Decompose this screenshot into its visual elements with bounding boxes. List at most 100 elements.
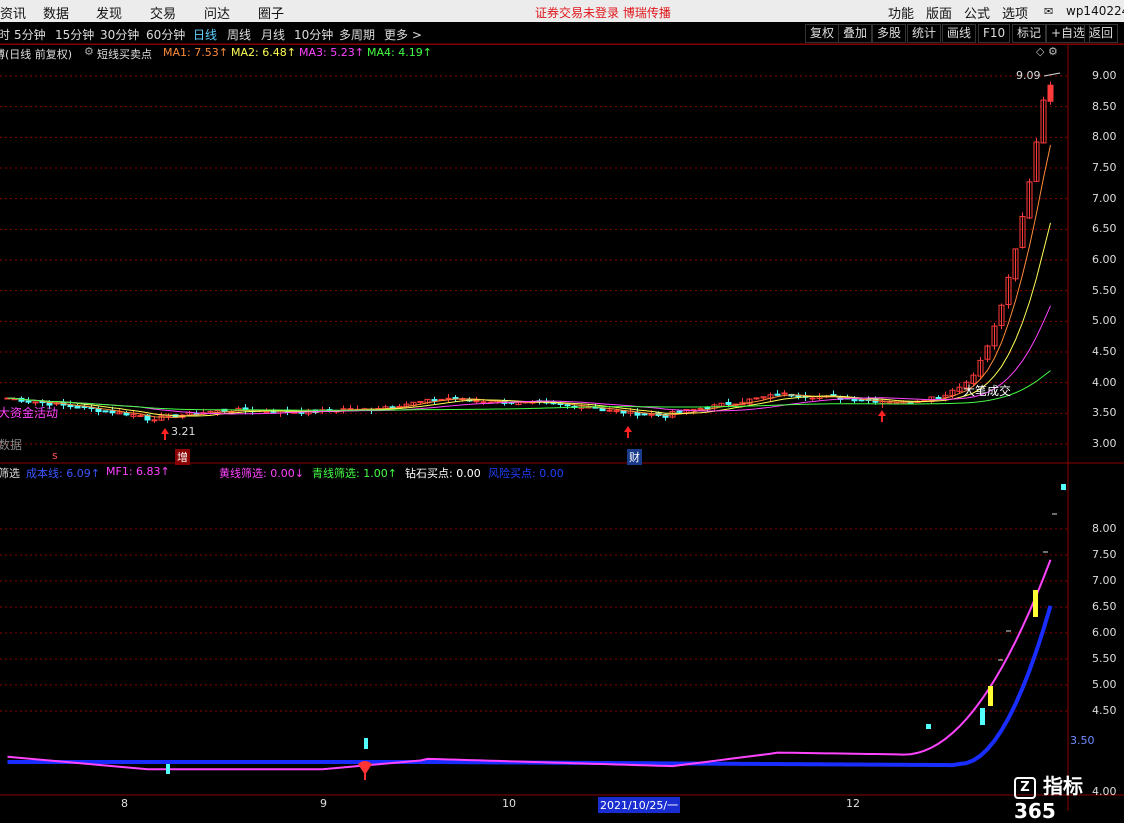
candle xyxy=(263,410,270,413)
cost-line xyxy=(7,605,1053,768)
yellow-filter-label: 黄线筛选: 0.00↓ xyxy=(219,467,304,480)
sub-tick-label: 6.00 xyxy=(1092,626,1117,639)
candle xyxy=(473,400,480,403)
price-tick-label: 7.00 xyxy=(1092,191,1117,205)
sub-tick-label: 4.50 xyxy=(1092,704,1117,717)
date-label: 8 xyxy=(121,797,128,810)
mf1-label: MF1: 6.83↑ xyxy=(106,465,170,478)
candle xyxy=(774,393,781,396)
diamond-buy-label: 钻石买点: 0.00 xyxy=(405,467,481,480)
ma2-label: MA2: 6.48↑ xyxy=(231,46,296,59)
fund-activity-label: 大资金活动 xyxy=(0,406,59,420)
candle xyxy=(564,404,571,407)
sub-tick-label: 6.50 xyxy=(1092,600,1117,613)
sub-tick-label: 7.00 xyxy=(1092,574,1117,587)
date-label: 9 xyxy=(320,797,327,810)
candle xyxy=(137,415,144,418)
candle xyxy=(886,402,893,405)
price-tick-label: 7.50 xyxy=(1092,161,1117,174)
candle xyxy=(795,395,802,398)
event-marker-cai[interactable]: 财 xyxy=(627,449,642,465)
price-tick-label: 3.00 xyxy=(1092,437,1117,450)
price-tick-label: 4.50 xyxy=(1092,345,1117,358)
candle xyxy=(725,402,732,405)
candle xyxy=(809,397,816,400)
candle xyxy=(480,401,487,404)
signal-bar xyxy=(926,724,931,729)
ma4-label: MA4: 4.19↑ xyxy=(367,46,432,59)
candle xyxy=(634,411,641,416)
candle xyxy=(606,409,613,412)
sub-tick-label: 3.50 xyxy=(1070,734,1095,747)
candle xyxy=(697,408,704,411)
ma1-label: MA1: 7.53↑ xyxy=(163,46,228,59)
buy-arrow-icon xyxy=(624,426,632,438)
price-tick-label: 5.50 xyxy=(1092,283,1117,297)
buy-arrow-icon xyxy=(878,410,886,422)
sub-tick-label: 5.50 xyxy=(1092,652,1117,665)
candle xyxy=(109,410,116,414)
ma1-line xyxy=(7,145,1051,419)
candle xyxy=(445,397,452,400)
candle xyxy=(452,397,459,400)
data-label: 数据 xyxy=(0,438,23,452)
signal-bar xyxy=(980,708,985,725)
gear-icon[interactable]: ⚙ xyxy=(84,45,94,58)
event-marker-zeng[interactable]: 增 xyxy=(175,449,190,465)
candle xyxy=(935,396,942,399)
buy-arrow-icon xyxy=(161,428,169,440)
candle xyxy=(676,410,683,413)
price-tick-label: 3.50 xyxy=(1092,406,1117,420)
candle xyxy=(781,392,788,395)
candle xyxy=(32,401,39,404)
date-label: 12 xyxy=(846,797,860,810)
candle xyxy=(25,400,32,403)
sub-tick-label: 5.00 xyxy=(1092,678,1117,691)
price-tick-label: 8.00 xyxy=(1092,130,1117,144)
event-marker-s[interactable]: s xyxy=(52,449,58,462)
signal-bar xyxy=(988,686,993,706)
candle xyxy=(431,399,438,402)
sub-tick-label: 8.00 xyxy=(1092,522,1117,535)
high-price-label: 9.09 xyxy=(1016,69,1041,82)
price-tick-label: 4.00 xyxy=(1092,375,1117,389)
candle xyxy=(340,408,347,411)
candle xyxy=(641,413,648,416)
indicator-name[interactable]: 短线买卖点 xyxy=(97,46,152,62)
kline-chart[interactable] xyxy=(0,0,1124,811)
watermark-logo-icon: Z xyxy=(1014,776,1036,799)
watermark: Z 指标365 xyxy=(1014,774,1083,823)
candle xyxy=(851,398,858,402)
diamond-icon[interactable]: ◇ ⚙ xyxy=(1036,45,1058,58)
candle xyxy=(102,410,109,413)
candle xyxy=(1047,84,1054,102)
candle xyxy=(417,400,424,403)
mf1-line xyxy=(7,559,1052,771)
cyan-filter-label: 青线筛选: 1.00↑ xyxy=(312,467,397,480)
sub-legend-name: 筛选 xyxy=(0,467,20,480)
price-tick-label: 9.00 xyxy=(1092,69,1117,82)
ma2-line xyxy=(7,222,1051,417)
signal-bar xyxy=(1061,484,1066,490)
signal-bar xyxy=(166,764,170,774)
signal-bar xyxy=(1033,590,1038,617)
ma3-line xyxy=(7,305,1051,415)
diamond-buy-icon xyxy=(358,761,372,775)
candle xyxy=(753,397,760,400)
price-tick-label: 6.00 xyxy=(1092,253,1117,266)
sub-tick-label: 7.50 xyxy=(1092,548,1117,561)
candle xyxy=(123,412,130,416)
main-legend-title: 博(日线 前复权) xyxy=(0,48,73,61)
ma3-label: MA3: 5.23↑ xyxy=(299,46,364,59)
date-label: 10 xyxy=(502,797,516,810)
ma4-line xyxy=(7,370,1051,411)
candle xyxy=(151,419,158,422)
price-tick-label: 5.00 xyxy=(1092,314,1117,328)
candle xyxy=(648,413,655,416)
price-tick-label: 6.50 xyxy=(1092,222,1117,236)
low-price-label: 3.21 xyxy=(171,425,196,438)
price-tick-label: 8.50 xyxy=(1092,99,1117,113)
candle xyxy=(858,399,865,402)
risk-buy-label: 风险买点: 0.00 xyxy=(488,467,564,480)
big-deal-label: 大笔成交 xyxy=(963,384,1012,398)
